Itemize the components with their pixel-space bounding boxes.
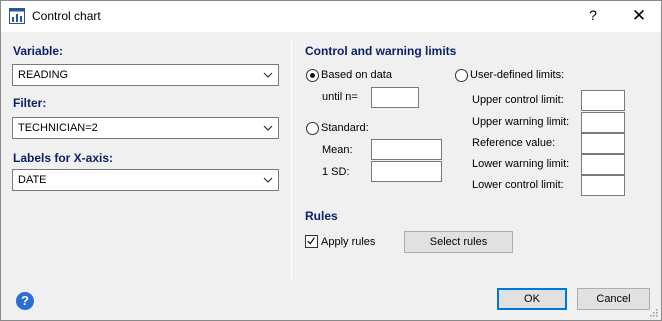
upper-control-limit-label: Upper control limit: [472, 94, 564, 106]
rules-section-title: Rules [305, 209, 338, 223]
limits-section-title: Control and warning limits [305, 44, 457, 58]
chevron-down-icon [263, 177, 273, 183]
chevron-down-icon [263, 72, 273, 78]
filter-select[interactable]: TECHNICIAN=2 [12, 117, 279, 139]
variable-label: Variable: [13, 44, 64, 58]
lower-control-limit-input[interactable] [581, 175, 625, 196]
standard-label: Standard: [321, 122, 369, 134]
control-chart-dialog: Control chart ? ✕ Variable: READING Filt… [0, 0, 662, 321]
window-title: Control chart [32, 9, 101, 23]
close-button[interactable]: ✕ [627, 6, 651, 26]
xaxis-labels-label: Labels for X-axis: [13, 151, 114, 165]
variable-value: READING [18, 69, 69, 81]
lower-warning-limit-label: Lower warning limit: [472, 158, 570, 170]
column-divider [291, 41, 292, 279]
select-rules-button[interactable]: Select rules [404, 231, 513, 253]
until-n-input[interactable] [371, 87, 419, 108]
apply-rules-label: Apply rules [321, 236, 376, 248]
user-defined-label: User-defined limits: [470, 69, 565, 81]
standard-radio[interactable] [306, 122, 319, 135]
select-rules-button-label: Select rules [429, 236, 488, 248]
reference-value-input[interactable] [581, 133, 625, 154]
user-defined-radio[interactable] [455, 69, 468, 82]
resize-grip-icon[interactable] [648, 307, 658, 317]
upper-control-limit-input[interactable] [581, 90, 625, 111]
based-on-data-label: Based on data [321, 69, 392, 81]
lower-warning-limit-input[interactable] [581, 154, 625, 175]
checkmark-icon [307, 237, 315, 245]
mean-label: Mean: [322, 144, 353, 156]
until-n-label: until n= [322, 91, 358, 103]
xaxis-labels-select[interactable]: DATE [12, 169, 279, 191]
lower-control-limit-label: Lower control limit: [472, 179, 564, 191]
sd-label: 1 SD: [322, 166, 350, 178]
ok-button-label: OK [524, 293, 540, 305]
xaxis-labels-value: DATE [18, 174, 47, 186]
chevron-down-icon [263, 125, 273, 131]
cancel-button-label: Cancel [596, 293, 631, 305]
reference-value-label: Reference value: [472, 137, 556, 149]
cancel-button[interactable]: Cancel [577, 288, 650, 310]
based-on-data-radio[interactable] [306, 69, 319, 82]
upper-warning-limit-label: Upper warning limit: [472, 116, 570, 128]
filter-label: Filter: [13, 96, 47, 110]
apply-rules-checkbox[interactable] [305, 235, 318, 248]
filter-value: TECHNICIAN=2 [18, 122, 98, 134]
ok-button[interactable]: OK [497, 288, 567, 310]
mean-input[interactable] [371, 139, 442, 160]
upper-warning-limit-input[interactable] [581, 112, 625, 133]
variable-select[interactable]: READING [12, 64, 279, 86]
help-icon[interactable]: ? [16, 292, 34, 310]
chart-app-icon [9, 8, 25, 24]
title-bar: Control chart ? ✕ [1, 1, 661, 32]
sd-input[interactable] [371, 161, 442, 182]
title-help-button[interactable]: ? [581, 7, 605, 27]
